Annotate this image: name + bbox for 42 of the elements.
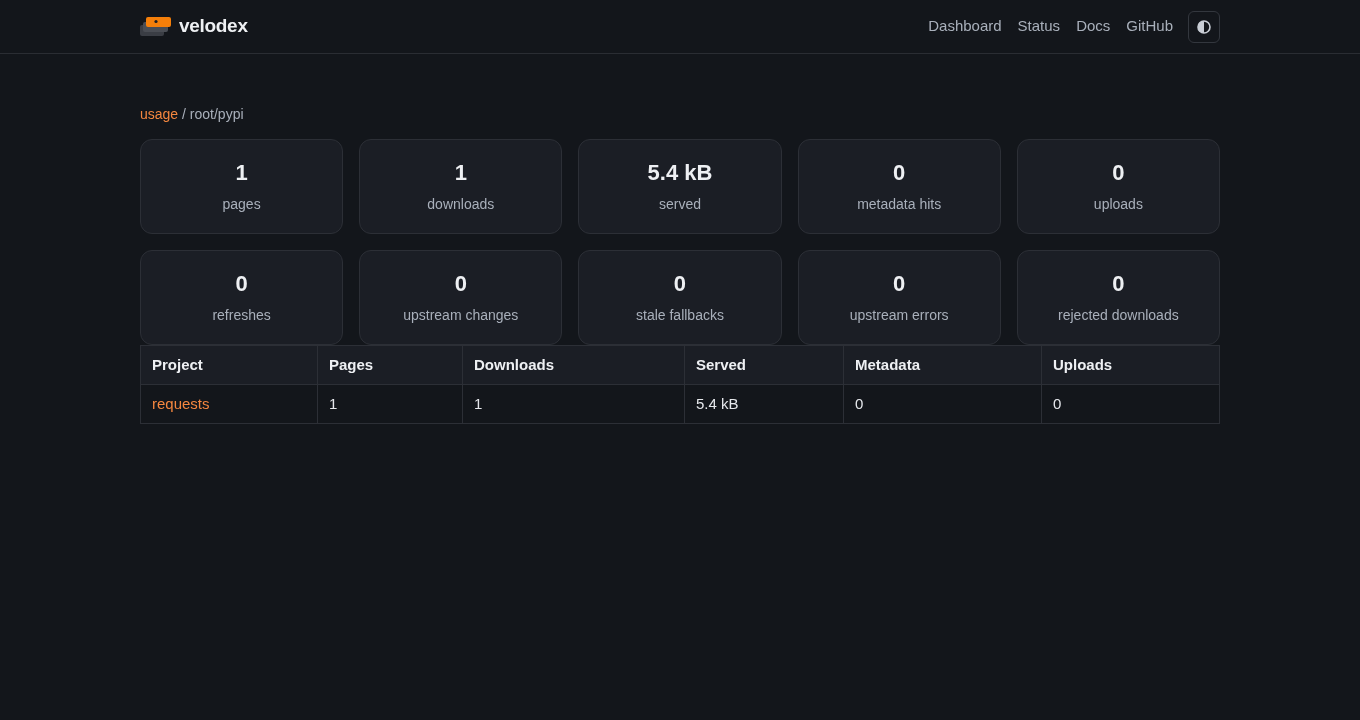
table-cell: 0 xyxy=(1041,384,1220,424)
table-cell: 1 xyxy=(462,384,685,424)
column-header: Project xyxy=(140,345,318,385)
stat-label: refreshes xyxy=(212,306,271,324)
stat-value: 0 xyxy=(454,271,467,297)
stat-label: upstream errors xyxy=(849,306,949,324)
stat-label: rejected downloads xyxy=(1058,306,1179,324)
stat-value: 1 xyxy=(454,160,467,186)
column-header: Metadata xyxy=(843,345,1042,385)
table-cell: 1 xyxy=(317,384,463,424)
contrast-icon xyxy=(1197,19,1211,34)
brand-name[interactable]: velodex xyxy=(179,12,248,41)
stat-value: 0 xyxy=(893,160,906,186)
breadcrumb-link[interactable]: usage xyxy=(140,106,179,122)
stat-value: 5.4 kB xyxy=(647,160,713,186)
nav-link[interactable]: GitHub xyxy=(1126,15,1173,38)
column-header: Downloads xyxy=(462,345,685,385)
stat-label: metadata hits xyxy=(857,195,942,213)
stat-label: pages xyxy=(222,195,261,213)
nav-link[interactable]: Status xyxy=(1017,15,1061,38)
stat-value: 1 xyxy=(235,160,248,186)
stat-value: 0 xyxy=(235,271,248,297)
table-cell: 0 xyxy=(843,384,1042,424)
stat-label: served xyxy=(658,195,701,213)
stat-label: uploads xyxy=(1093,195,1143,213)
stat-label: stale fallbacks xyxy=(636,306,724,324)
stat-label: upstream changes xyxy=(403,306,519,324)
stat-value: 0 xyxy=(1112,160,1125,186)
project-link[interactable]: requests xyxy=(152,394,210,412)
logo-icon xyxy=(140,16,171,37)
stat-label: downloads xyxy=(427,195,495,213)
column-header: Pages xyxy=(317,345,463,385)
table-cell: 5.4 kB xyxy=(684,384,844,424)
stat-value: 0 xyxy=(1112,271,1125,297)
theme-toggle-button[interactable] xyxy=(1188,10,1220,43)
stat-value: 0 xyxy=(893,271,906,297)
stat-value: 0 xyxy=(673,271,687,297)
nav-link[interactable]: Dashboard xyxy=(928,15,1002,38)
nav-link[interactable]: Docs xyxy=(1076,15,1111,38)
breadcrumb-path: / root/pypi xyxy=(182,106,244,122)
column-header: Served xyxy=(684,345,844,385)
column-header: Uploads xyxy=(1041,345,1220,385)
